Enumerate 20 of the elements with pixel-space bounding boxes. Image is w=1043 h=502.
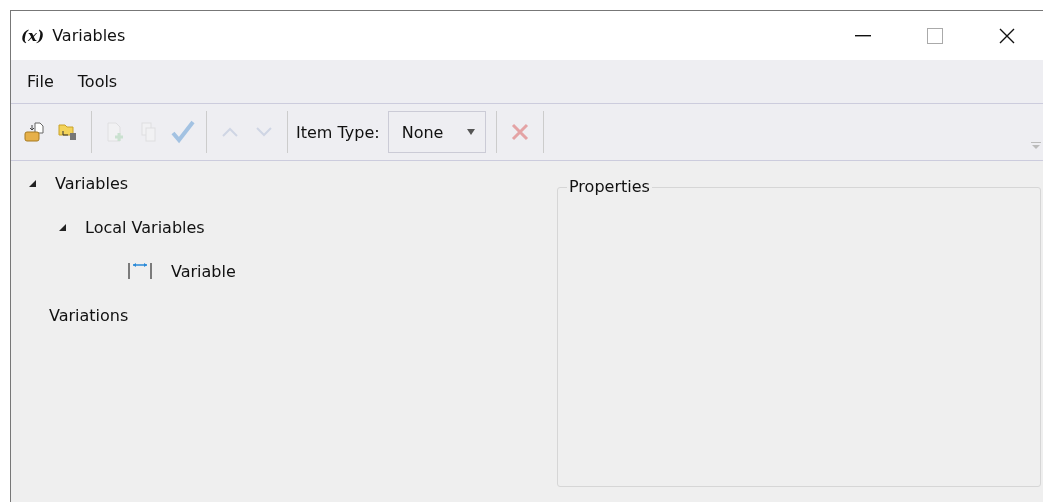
tree-item[interactable]: Variables <box>55 173 129 193</box>
menu-item[interactable]: File <box>17 72 64 91</box>
variable-icon <box>127 261 153 281</box>
item-type-label: Item Type: <box>296 122 380 142</box>
folder-icon[interactable] <box>23 121 45 143</box>
tree-item[interactable]: Variations <box>49 305 129 325</box>
expand-icon[interactable] <box>29 179 36 187</box>
window-title: Variables <box>52 26 126 45</box>
menu-item[interactable]: Tools <box>67 72 128 91</box>
overflow-icon[interactable] <box>1031 142 1041 150</box>
expand-icon[interactable] <box>59 223 66 231</box>
group-title: Properties <box>567 177 652 196</box>
tree-item[interactable]: Local Variables <box>85 217 205 237</box>
maximize-icon[interactable] <box>927 27 943 44</box>
item-type-dropdown[interactable]: None <box>387 111 486 153</box>
app-icon: (x) <box>21 26 45 45</box>
minimize-icon[interactable] <box>855 34 871 37</box>
folder-icon[interactable] <box>57 121 79 143</box>
close-icon[interactable] <box>999 27 1015 44</box>
tree-item[interactable]: Variable <box>171 261 236 281</box>
